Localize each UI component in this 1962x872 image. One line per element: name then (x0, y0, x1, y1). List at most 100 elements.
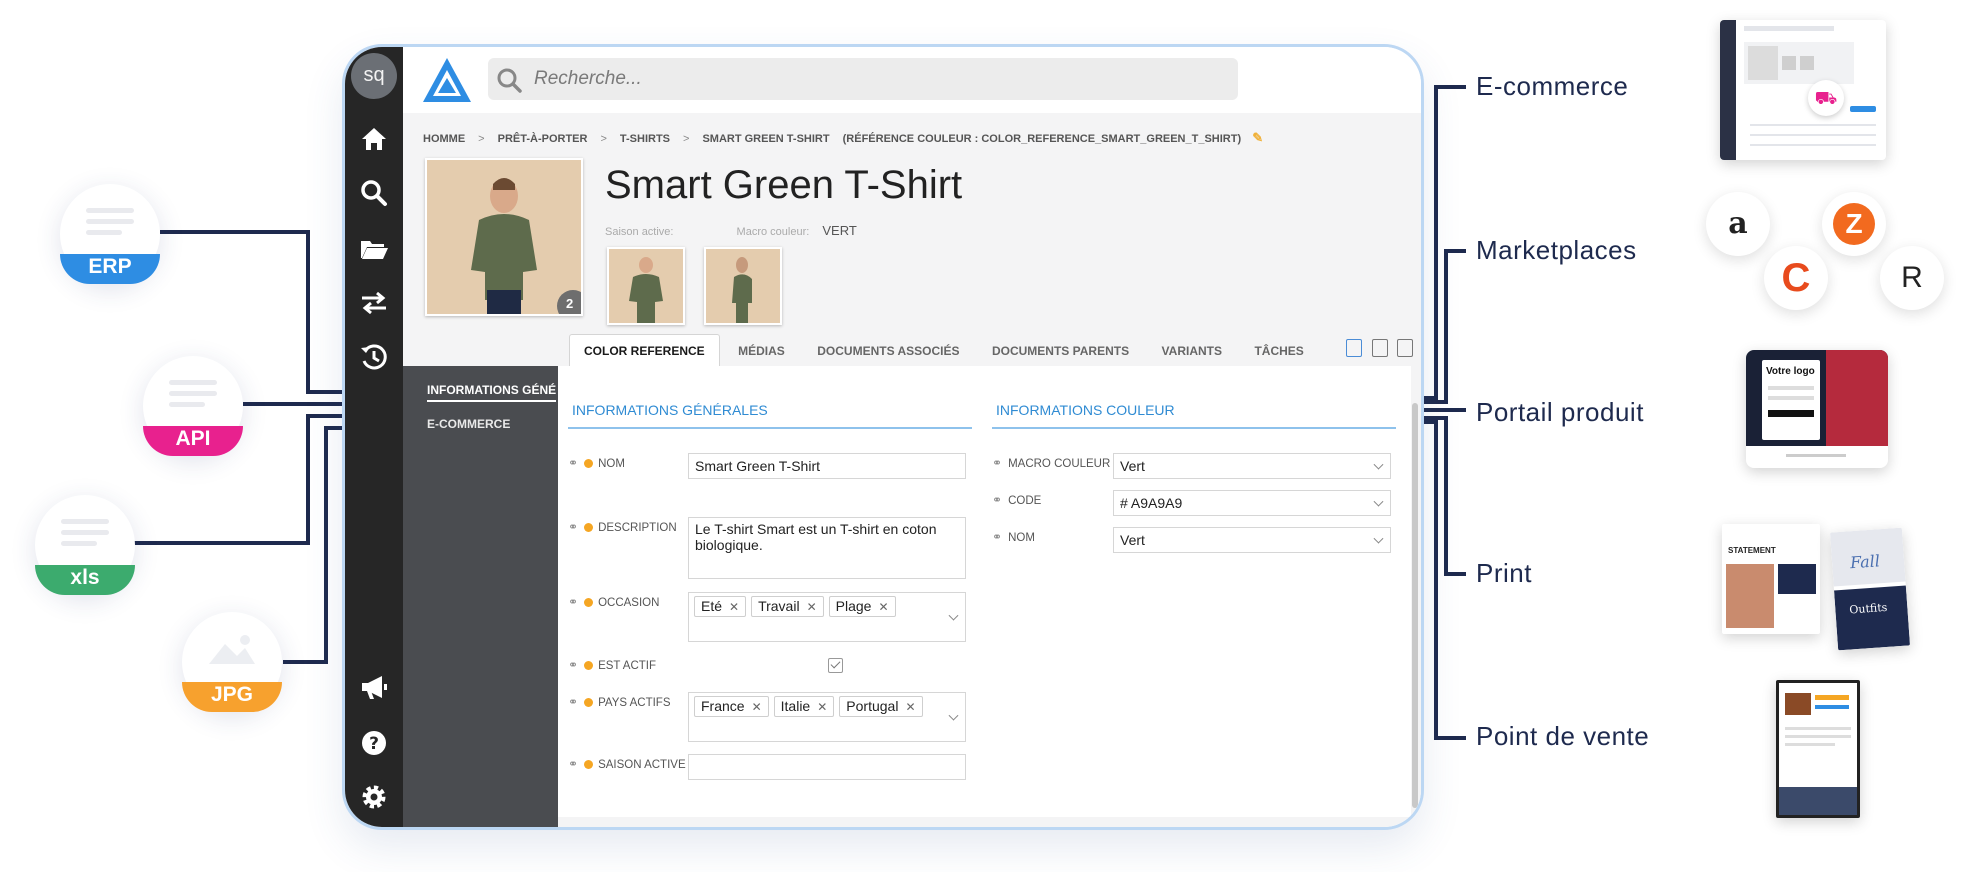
search-icon (497, 68, 522, 93)
section-divider (568, 427, 972, 429)
channel-ecommerce: E-commerce (1476, 71, 1629, 101)
remove-chip-icon[interactable]: ✕ (729, 600, 739, 614)
chevron-down-icon[interactable] (1373, 496, 1384, 507)
chevron-down-icon[interactable] (1373, 459, 1384, 470)
description-label: ⚭ DESCRIPTION (568, 520, 677, 534)
breadcrumb-current: SMART GREEN T-SHIRT (702, 133, 830, 145)
color-nom-label: ⚭ NOM (992, 530, 1035, 544)
occasion-multiselect[interactable]: Eté ✕ Travail ✕ Plage ✕ (688, 592, 966, 642)
avatar[interactable]: sq (351, 53, 397, 99)
scrollbar[interactable] (1412, 403, 1418, 808)
tab-documents-associes[interactable]: DOCUMENTS ASSOCIÉS (803, 335, 973, 367)
breadcrumb-reference: (RÉFÉRENCE COULEUR : COLOR_REFERENCE_SMA… (842, 133, 1242, 145)
required-dot (584, 459, 594, 468)
amazon-logo-icon: a (1706, 192, 1770, 256)
help-icon[interactable]: ? (358, 727, 390, 759)
description-field[interactable]: Le T-shirt Smart est un T-shirt en coton… (688, 517, 966, 579)
print-script-title: Fall (1849, 551, 1881, 573)
home-icon[interactable] (358, 123, 390, 155)
app-logo[interactable] (421, 56, 473, 104)
edit-icon[interactable]: ✎ (1252, 130, 1263, 146)
est-actif-checkbox[interactable] (828, 658, 843, 673)
occasion-chip: Plage ✕ (828, 596, 896, 617)
image-count-badge: 2 (557, 290, 581, 314)
channel-point-de-vente: Point de vente (1476, 721, 1650, 751)
chevron-down-icon[interactable] (948, 710, 959, 721)
color-section-title: INFORMATIONS COULEUR (996, 402, 1175, 418)
saison-active-field[interactable] (688, 754, 966, 780)
jpg-source-bubble: JPG (182, 612, 282, 712)
folder-icon[interactable] (358, 233, 390, 265)
breadcrumb-item[interactable]: PRÊT-À-PORTER (498, 133, 588, 145)
app-window: sq ? Recherche... HOMME > PRÊT-À-PORTER … (342, 44, 1424, 830)
country-chip: Italie ✕ (773, 696, 835, 717)
print-preview: STATEMENT (1722, 524, 1820, 634)
subnav-item-general[interactable]: INFORMATIONS GÉNÉ (427, 383, 557, 402)
xls-label: xls (35, 565, 135, 595)
megaphone-icon[interactable] (358, 671, 390, 703)
remove-chip-icon[interactable]: ✕ (807, 600, 817, 614)
description-textarea[interactable]: Le T-shirt Smart est un T-shirt en coton… (689, 518, 965, 578)
macro-couleur-select[interactable]: Vert (1113, 453, 1391, 479)
saison-active-label: ⚭ SAISON ACTIVE (568, 757, 686, 771)
image-icon (209, 635, 255, 664)
document-icon[interactable] (1346, 339, 1363, 357)
search-input[interactable] (534, 58, 1224, 100)
link-icon: ⚭ (992, 530, 1003, 544)
tab-taches[interactable]: TÂCHES (1240, 335, 1317, 367)
history-icon[interactable] (358, 341, 390, 373)
top-bar (403, 47, 1421, 113)
pays-actifs-multiselect[interactable]: France ✕ Italie ✕ Portugal ✕ (688, 692, 966, 742)
product-thumbnail[interactable] (607, 247, 685, 325)
print-icon[interactable] (1371, 339, 1388, 357)
tab-color-reference[interactable]: COLOR REFERENCE (569, 334, 720, 366)
country-chip: France ✕ (694, 696, 769, 717)
pays-actifs-label: ⚭ PAYS ACTIFS (568, 695, 671, 709)
remove-chip-icon[interactable]: ✕ (817, 700, 827, 714)
link-icon: ⚭ (992, 493, 1003, 507)
breadcrumb-item[interactable]: T-SHIRTS (620, 133, 670, 145)
tab-tools (1341, 339, 1413, 362)
tab-documents-parents[interactable]: DOCUMENTS PARENTS (978, 335, 1143, 367)
required-dot (584, 523, 594, 532)
macro-color-value: VERT (822, 223, 857, 238)
link-icon: ⚭ (568, 456, 579, 470)
search-bar[interactable] (488, 58, 1238, 100)
link-icon: ⚭ (568, 757, 579, 771)
tab-bar: COLOR REFERENCE MÉDIAS DOCUMENTS ASSOCIÉ… (569, 334, 1318, 366)
channel-portail-produit: Portail produit (1476, 397, 1644, 427)
transfer-icon[interactable] (358, 287, 390, 319)
nom-field[interactable]: Smart Green T-Shirt (688, 453, 966, 479)
remove-chip-icon[interactable]: ✕ (752, 700, 762, 714)
search-icon[interactable] (358, 177, 390, 209)
breadcrumb-item[interactable]: HOMME (423, 133, 465, 145)
chevron-down-icon[interactable] (948, 610, 959, 621)
product-thumbnail[interactable] (704, 247, 782, 325)
form-panel: INFORMATIONS GÉNÉRALES ⚭ NOM Smart Green … (558, 366, 1411, 817)
product-main-image[interactable]: 2 (425, 158, 583, 316)
chevron-down-icon[interactable] (1373, 533, 1384, 544)
remove-chip-icon[interactable]: ✕ (878, 600, 888, 614)
sidebar-rail: sq ? (345, 47, 403, 827)
subnav-item-ecommerce[interactable]: E-COMMERCE (427, 417, 510, 431)
breadcrumb: HOMME > PRÊT-À-PORTER > T-SHIRTS > SMART GREEN… (423, 130, 1264, 146)
remove-chip-icon[interactable]: ✕ (905, 700, 915, 714)
season-label: Saison active: (605, 226, 674, 238)
link-icon: ⚭ (992, 456, 1003, 470)
zalando-logo-icon: Z (1822, 192, 1886, 256)
page-title: Smart Green T-Shirt (605, 163, 963, 207)
api-source-bubble: API (143, 356, 243, 456)
code-label: ⚭ CODE (992, 493, 1042, 507)
section-divider (992, 427, 1396, 429)
country-chip: Portugal ✕ (839, 696, 923, 717)
tab-variants[interactable]: VARIANTS (1148, 335, 1236, 367)
translate-icon[interactable] (1397, 339, 1413, 357)
link-icon: ⚭ (568, 595, 579, 609)
tab-medias[interactable]: MÉDIAS (724, 335, 799, 367)
code-select[interactable]: # A9A9A9 (1113, 490, 1391, 516)
erp-label: ERP (60, 254, 160, 284)
general-section-title: INFORMATIONS GÉNÉRALES (572, 402, 768, 418)
color-nom-select[interactable]: Vert (1113, 527, 1391, 553)
gear-icon[interactable] (358, 781, 390, 813)
link-icon: ⚭ (568, 658, 579, 672)
